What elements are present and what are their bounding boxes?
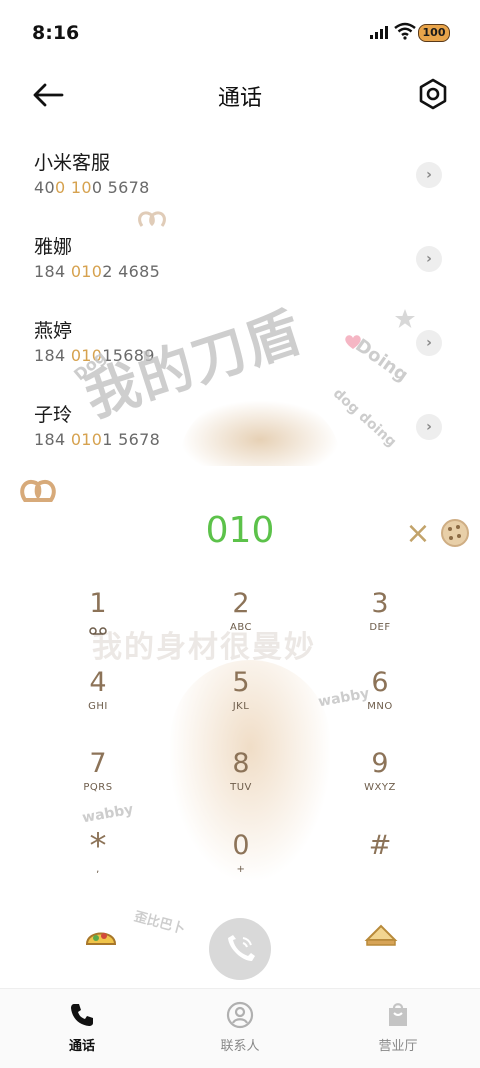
shopping-bag-icon [389, 1003, 407, 1026]
chevron-right-icon[interactable]: › [416, 414, 442, 440]
contact-number: 184 0102 4685 [34, 262, 161, 281]
battery-level: 100 [422, 26, 446, 39]
chevron-right-icon[interactable]: › [416, 246, 442, 272]
key-2[interactable]: 2 ABC [181, 588, 301, 658]
bottom-navigation: 通话 联系人 营业厅 [0, 988, 480, 1068]
status-bar: 8:16 100 [0, 0, 480, 68]
pretzel-icon [138, 211, 166, 227]
sandwich-icon[interactable] [364, 920, 398, 950]
voicemail-icon [89, 627, 107, 635]
nav-tab-store[interactable]: 营业厅 [338, 1001, 458, 1054]
settings-gear-icon[interactable] [416, 77, 450, 111]
pretzel-icon [20, 479, 56, 502]
key-hash[interactable]: # [320, 830, 440, 900]
battery-icon: 100 [418, 24, 450, 42]
contact-number: 184 0101 5678 [34, 430, 161, 449]
wifi-icon [394, 22, 416, 40]
contact-person-icon [226, 1001, 254, 1029]
key-6[interactable]: 6 MNO [320, 667, 440, 737]
contact-name: 雅娜 [34, 236, 73, 258]
contact-name: 小米客服 [34, 152, 111, 174]
key-1[interactable]: 1 [38, 588, 158, 658]
contact-name: 燕婷 [34, 320, 73, 342]
page-title: 通话 [217, 86, 262, 111]
key-5[interactable]: 5 JKL [181, 667, 301, 737]
phone-call-icon [228, 935, 255, 961]
chevron-right-icon[interactable]: › [416, 330, 442, 356]
contact-number: 400 100 5678 [34, 178, 150, 197]
bottom-tag-text: 歪比巴卜 [132, 909, 187, 938]
key-3[interactable]: 3 DEF [320, 588, 440, 658]
nav-tab-contacts[interactable]: 联系人 [180, 1001, 300, 1054]
star-icon [395, 309, 415, 328]
key-star[interactable]: *, [38, 829, 158, 900]
list-item[interactable]: 小米客服 400 100 5678 › [0, 140, 480, 224]
top-bar: 通话 [0, 68, 480, 124]
signal-icon [370, 26, 388, 39]
phone-icon [71, 1004, 93, 1026]
dial-keypad: 1 2 ABC 3 DEF 4 GHI 5 JKL 6 MNO 7 PQRS 8 TUV 9W… [0, 580, 480, 890]
nav-tab-calls[interactable]: 通话 [22, 1001, 142, 1054]
taco-icon[interactable] [84, 920, 118, 950]
key-4[interactable]: 4 GHI [38, 667, 158, 737]
chevron-right-icon[interactable]: › [416, 162, 442, 188]
key-7[interactable]: 7 PQRS [38, 748, 158, 818]
list-item[interactable]: 雅娜 184 0102 4685 › [0, 224, 480, 308]
heart-icon [345, 335, 361, 349]
contact-name: 子玲 [34, 404, 73, 426]
key-9[interactable]: 9 WXYZ [320, 748, 440, 818]
key-8[interactable]: 8 TUV [181, 748, 301, 818]
status-time: 8:16 [32, 22, 80, 44]
call-button[interactable] [209, 918, 271, 980]
key-0[interactable]: 0 + [181, 830, 301, 900]
clear-close-icon[interactable]: × [404, 519, 432, 549]
